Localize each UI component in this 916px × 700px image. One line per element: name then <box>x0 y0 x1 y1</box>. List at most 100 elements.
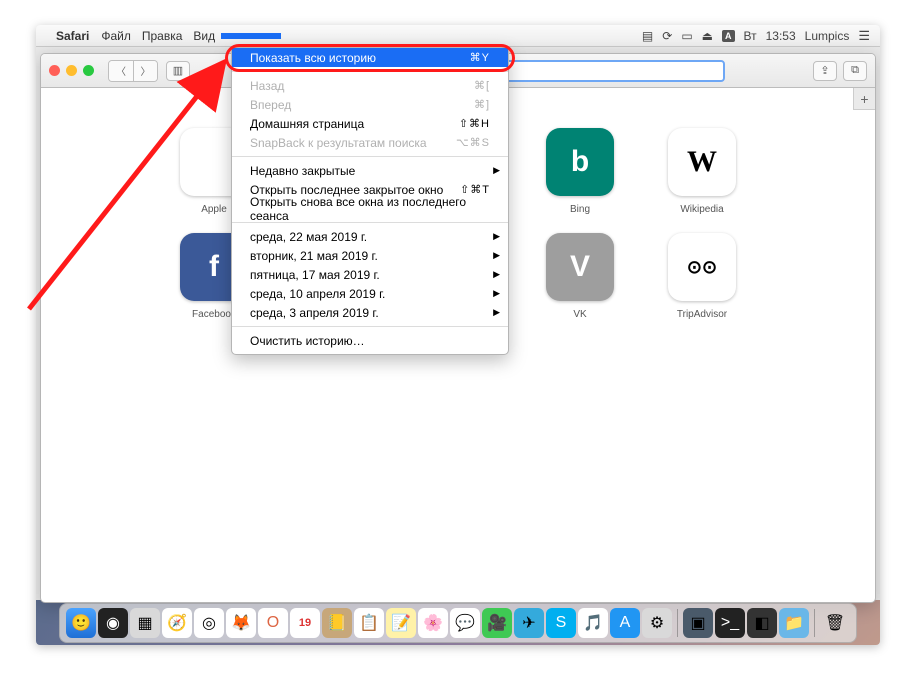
favorite-label: Bing <box>530 204 630 215</box>
nav-buttons: 〈 〉 <box>108 60 158 82</box>
menu-history-date[interactable]: среда, 3 апреля 2019 г. ▶ <box>232 303 508 322</box>
menu-item-label: Вперед <box>250 98 291 112</box>
menu-item-label: Очистить историю… <box>250 334 365 348</box>
share-button[interactable]: ⇪ <box>813 61 837 81</box>
menu-separator <box>232 326 508 327</box>
favorite-tile: V <box>546 233 614 301</box>
dock-siri-icon[interactable]: ◉ <box>98 608 128 638</box>
dock-photos-icon[interactable]: 🌸 <box>418 608 448 638</box>
dock-separator <box>677 609 678 637</box>
menu-back: Назад ⌘[ <box>232 76 508 95</box>
new-tab-button[interactable]: + <box>853 88 875 110</box>
dock-appstore-icon[interactable]: A <box>610 608 640 638</box>
dock-notes-icon[interactable]: 📝 <box>386 608 416 638</box>
dock-calendar-icon[interactable]: 19 <box>290 608 320 638</box>
dock-finder-icon[interactable]: 🙂 <box>66 608 96 638</box>
dock-preferences-icon[interactable]: ⚙ <box>642 608 672 638</box>
dock-folder-icon[interactable]: 📁 <box>779 608 809 638</box>
menu-history-date[interactable]: среда, 22 мая 2019 г. ▶ <box>232 227 508 246</box>
menu-item-label: среда, 3 апреля 2019 г. <box>250 306 379 320</box>
dock-telegram-icon[interactable]: ✈ <box>514 608 544 638</box>
menu-item-shortcut: ⌥⌘S <box>456 136 490 149</box>
menu-history-active[interactable] <box>221 33 281 39</box>
favorite-label: TripAdvisor <box>652 309 752 320</box>
menu-item-label: Назад <box>250 79 284 93</box>
favorite-vk[interactable]: V VK <box>530 233 630 320</box>
dock-chrome-icon[interactable]: ◎ <box>194 608 224 638</box>
dock-facetime-icon[interactable]: 🎥 <box>482 608 512 638</box>
menu-item-label: Недавно закрытые <box>250 164 355 178</box>
menubar-time[interactable]: 13:53 <box>766 29 796 43</box>
maximize-button[interactable] <box>83 65 94 76</box>
forward-button[interactable]: 〉 <box>133 61 157 81</box>
submenu-arrow-icon: ▶ <box>493 288 500 299</box>
menu-item-shortcut: ⌘[ <box>474 79 490 92</box>
display-icon[interactable]: ▭ <box>681 29 692 43</box>
dock-itunes-icon[interactable]: 🎵 <box>578 608 608 638</box>
window-controls <box>49 65 94 76</box>
dock-app-icon[interactable]: ◧ <box>747 608 777 638</box>
macos-menubar: Safari Файл Правка Вид ▤ ⟳ ▭ ⏏ А Вт 13:5… <box>36 25 880 47</box>
favorite-label: VK <box>530 309 630 320</box>
menu-item-label: среда, 10 апреля 2019 г. <box>250 287 385 301</box>
menu-item-label: SnapBack к результатам поиска <box>250 136 427 150</box>
menu-item-label: Домашняя страница <box>250 117 364 131</box>
app-name[interactable]: Safari <box>56 29 89 43</box>
favorite-bing[interactable]: b Bing <box>530 128 630 215</box>
menu-item-shortcut: ⌘Y <box>470 51 490 64</box>
dock-skype-icon[interactable]: S <box>546 608 576 638</box>
menu-item-shortcut: ⇧⌘H <box>459 117 490 130</box>
dock-launchpad-icon[interactable]: ▦ <box>130 608 160 638</box>
favorite-tile: b <box>546 128 614 196</box>
menu-history-date[interactable]: вторник, 21 мая 2019 г. ▶ <box>232 246 508 265</box>
menu-item-label: среда, 22 мая 2019 г. <box>250 230 367 244</box>
menu-history-date[interactable]: среда, 10 апреля 2019 г. ▶ <box>232 284 508 303</box>
menu-history-date[interactable]: пятница, 17 мая 2019 г. ▶ <box>232 265 508 284</box>
input-source[interactable]: А <box>722 30 735 42</box>
menu-separator <box>232 156 508 157</box>
menu-item-label: вторник, 21 мая 2019 г. <box>250 249 378 263</box>
menu-edit[interactable]: Правка <box>142 29 183 43</box>
menu-clear-history[interactable]: Очистить историю… <box>232 331 508 350</box>
tabs-button[interactable]: ⧉ <box>843 61 867 81</box>
menubar-user[interactable]: Lumpics <box>805 29 850 43</box>
submenu-arrow-icon: ▶ <box>493 250 500 261</box>
menu-item-shortcut: ⌘] <box>474 98 490 111</box>
menu-show-all-history[interactable]: Показать всю историю ⌘Y <box>232 48 508 67</box>
menu-file[interactable]: Файл <box>101 29 131 43</box>
submenu-arrow-icon: ▶ <box>493 269 500 280</box>
timemachine-icon[interactable]: ⟳ <box>662 29 672 43</box>
disk-icon[interactable]: ▤ <box>642 29 653 43</box>
menu-home[interactable]: Домашняя страница ⇧⌘H <box>232 114 508 133</box>
dock-terminal-icon[interactable]: >_ <box>715 608 745 638</box>
favorite-tile: W <box>668 128 736 196</box>
favorite-tile: ⊙⊙ <box>668 233 736 301</box>
menubar-day[interactable]: Вт <box>744 29 757 43</box>
menu-view[interactable]: Вид <box>193 29 215 43</box>
dock-messages-icon[interactable]: 💬 <box>450 608 480 638</box>
favorite-wikipedia[interactable]: W Wikipedia <box>652 128 752 215</box>
dock-opera-icon[interactable]: O <box>258 608 288 638</box>
dock-contacts-icon[interactable]: 📒 <box>322 608 352 638</box>
dock-trash-icon[interactable]: 🗑 <box>820 608 850 638</box>
menu-reopen-all-windows[interactable]: Открыть снова все окна из последнего сеа… <box>232 199 508 218</box>
sidebar-button[interactable]: ▥ <box>166 61 190 81</box>
favorite-tripadvisor[interactable]: ⊙⊙ TripAdvisor <box>652 233 752 320</box>
eject-icon[interactable]: ⏏ <box>702 29 713 43</box>
history-menu-dropdown: Показать всю историю ⌘Y Назад ⌘[ Вперед … <box>231 47 509 355</box>
dock-safari-icon[interactable]: 🧭 <box>162 608 192 638</box>
submenu-arrow-icon: ▶ <box>493 231 500 242</box>
submenu-arrow-icon: ▶ <box>493 307 500 318</box>
menu-separator <box>232 71 508 72</box>
minimize-button[interactable] <box>66 65 77 76</box>
dock-reminders-icon[interactable]: 📋 <box>354 608 384 638</box>
menu-item-label: Показать всю историю <box>250 51 376 65</box>
notification-center-icon[interactable]: ☰ <box>858 28 870 44</box>
menu-recently-closed[interactable]: Недавно закрытые ▶ <box>232 161 508 180</box>
menu-item-label: пятница, 17 мая 2019 г. <box>250 268 380 282</box>
dock-app-icon[interactable]: ▣ <box>683 608 713 638</box>
close-button[interactable] <box>49 65 60 76</box>
submenu-arrow-icon: ▶ <box>493 165 500 176</box>
dock-firefox-icon[interactable]: 🦊 <box>226 608 256 638</box>
back-button[interactable]: 〈 <box>109 61 133 81</box>
